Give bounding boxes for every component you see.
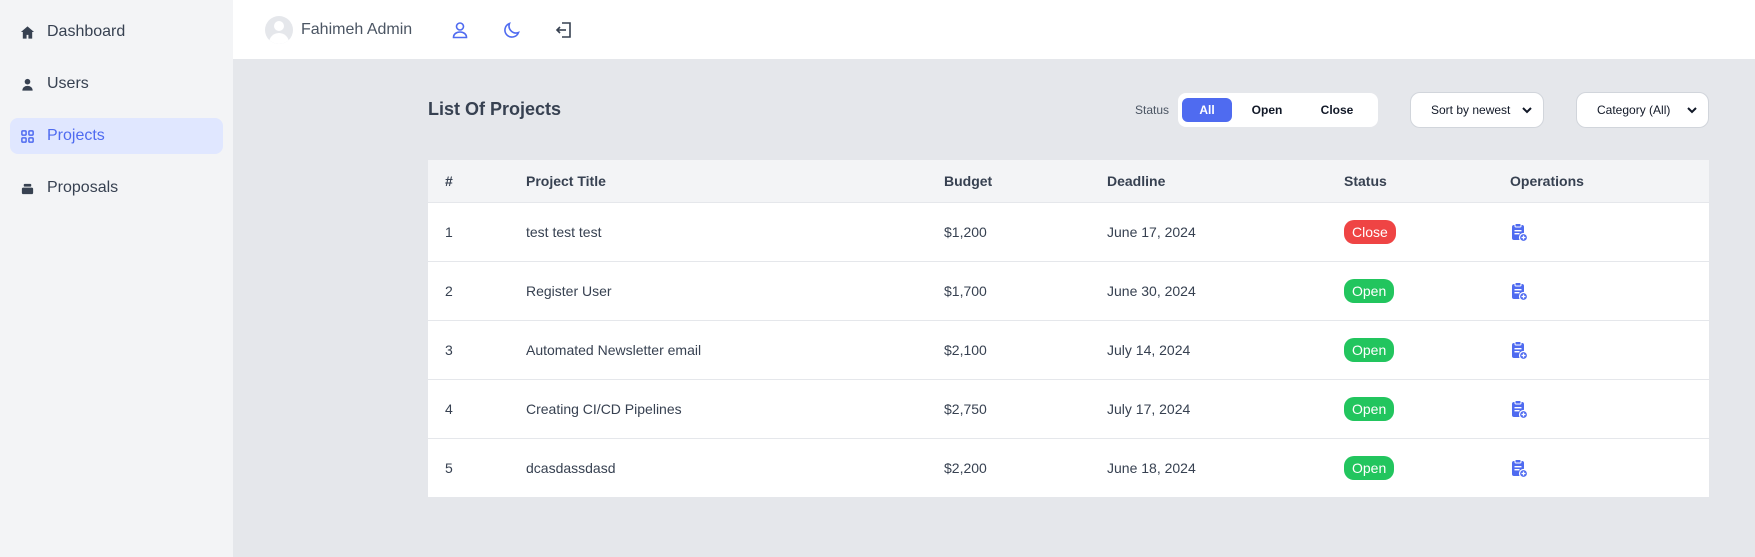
header-operations: Operations [1510, 172, 1584, 189]
row-number: 2 [445, 282, 453, 299]
project-budget: $2,100 [944, 341, 987, 358]
status-filter: All Open Close [1178, 93, 1378, 127]
clipboard-add-icon[interactable] [1510, 222, 1528, 242]
header-status: Status [1344, 172, 1387, 189]
status-cell: Open [1344, 438, 1510, 497]
status-cell: Close [1344, 202, 1510, 261]
table-row: 3 Automated Newsletter email $2,100 July 14… [428, 320, 1709, 379]
project-deadline: July 17, 2024 [1107, 400, 1191, 417]
profile-icon[interactable] [449, 19, 471, 41]
table-row: 1 test test test $1,200 June 17, 2024 Close [428, 202, 1709, 261]
project-title: Creating CI/CD Pipelines [526, 400, 682, 417]
operations-cell [1510, 202, 1709, 261]
header-budget: Budget [944, 172, 993, 189]
sort-select[interactable]: Sort by newest [1410, 92, 1544, 128]
table-row: 5 dcasdassdasd $2,200 June 18, 2024 Open [428, 438, 1709, 497]
table-row: 4 Creating CI/CD Pipelines $2,750 July 17, … [428, 379, 1709, 438]
grid-icon [21, 129, 34, 143]
table-row: 2 Register User $1,700 June 30, 2024 Open [428, 261, 1709, 320]
row-number: 1 [445, 223, 453, 240]
project-budget: $2,750 [944, 400, 987, 417]
project-title: dcasdassdasd [526, 459, 616, 476]
status-cell: Open [1344, 261, 1510, 320]
page-title: List Of Projects [428, 99, 562, 119]
stack-icon [21, 183, 34, 194]
operations-cell [1510, 379, 1709, 438]
sort-select-value: Sort by newest [1431, 103, 1511, 117]
operations-cell [1510, 438, 1709, 497]
user-icon [22, 78, 33, 91]
project-title: Automated Newsletter email [526, 341, 702, 358]
top-bar: Fahimeh Admin [233, 0, 1755, 59]
logout-icon[interactable] [553, 19, 575, 41]
table-header-row: # Project Title Budget Deadline Status O… [428, 160, 1709, 202]
project-deadline: June 17, 2024 [1107, 223, 1196, 240]
projects-table: # Project Title Budget Deadline Status O… [428, 160, 1709, 497]
clipboard-add-icon[interactable] [1510, 399, 1528, 419]
project-budget: $1,200 [944, 223, 987, 240]
category-select-value: Category (All) [1597, 103, 1671, 117]
status-open-button[interactable]: Open [1232, 98, 1302, 122]
chevron-down-icon [1522, 107, 1532, 114]
status-badge: Close [1344, 219, 1396, 244]
status-badge: Open [1344, 455, 1395, 480]
clipboard-add-icon[interactable] [1510, 458, 1528, 478]
project-title: Register User [526, 282, 612, 299]
sidebar-item-proposals[interactable]: Proposals [10, 170, 223, 206]
project-deadline: July 14, 2024 [1107, 341, 1191, 358]
status-cell: Open [1344, 379, 1510, 438]
sidebar-item-dashboard[interactable]: Dashboard [10, 14, 223, 50]
row-number: 4 [445, 400, 453, 417]
sidebar-item-label: Dashboard [47, 23, 126, 40]
header-project-title: Project Title [526, 172, 606, 189]
category-select[interactable]: Category (All) [1576, 92, 1709, 128]
row-number: 5 [445, 459, 453, 476]
project-deadline: June 18, 2024 [1107, 459, 1196, 476]
project-budget: $2,200 [944, 459, 987, 476]
project-deadline: June 30, 2024 [1107, 282, 1196, 299]
moon-icon[interactable] [501, 19, 523, 41]
status-all-button[interactable]: All [1182, 98, 1232, 122]
project-title: test test test [526, 223, 602, 240]
sidebar-item-label: Projects [47, 127, 105, 144]
sidebar-item-projects[interactable]: Projects [10, 118, 223, 154]
sidebar-item-label: Proposals [47, 179, 119, 196]
sidebar-item-label: Users [47, 75, 89, 92]
row-number: 3 [445, 341, 453, 358]
operations-cell [1510, 261, 1709, 320]
clipboard-add-icon[interactable] [1510, 340, 1528, 360]
status-filter-label: Status [1135, 103, 1170, 117]
sidebar-item-users[interactable]: Users [10, 66, 223, 102]
operations-cell [1510, 320, 1709, 379]
chevron-down-icon [1687, 107, 1697, 114]
status-close-button[interactable]: Close [1302, 98, 1372, 122]
status-cell: Open [1344, 320, 1510, 379]
status-badge: Open [1344, 278, 1395, 303]
home-icon [20, 25, 35, 39]
status-badge: Open [1344, 396, 1395, 421]
project-budget: $1,700 [944, 282, 987, 299]
header-deadline: Deadline [1107, 172, 1166, 189]
user-name: Fahimeh Admin [301, 20, 413, 38]
clipboard-add-icon[interactable] [1510, 281, 1528, 301]
header-number: # [445, 172, 453, 189]
status-badge: Open [1344, 337, 1395, 362]
avatar[interactable] [265, 15, 293, 44]
sidebar: Dashboard Users Projects Proposals [0, 0, 233, 557]
